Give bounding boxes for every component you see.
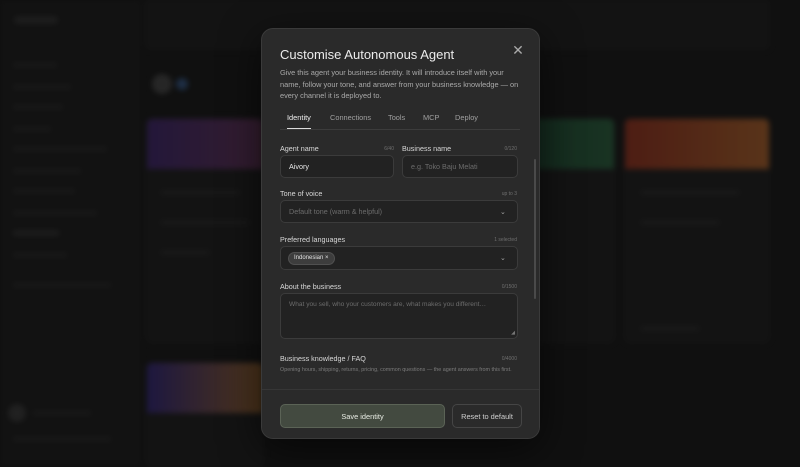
tab-mcp[interactable]: MCP — [423, 113, 439, 128]
agent-name-counter: 6/40 — [384, 146, 394, 152]
language-chip-indonesian[interactable]: Indonesian × — [288, 251, 335, 265]
save-identity-button[interactable]: Save identity — [280, 404, 445, 428]
tone-label: Tone of voice — [280, 189, 323, 198]
about-textarea[interactable]: What you sell, who your customers are, w… — [280, 293, 518, 339]
chevron-down-icon: ⌄ — [500, 255, 506, 262]
knowledge-counter: 0/4000 — [501, 356, 517, 362]
tone-hint: up to 3 — [501, 191, 517, 197]
business-name-input[interactable]: e.g. Toko Baju Melati — [402, 155, 518, 178]
identity-form: Agent name 6/40 Aivory Business name 0/1… — [262, 135, 539, 389]
business-name-counter: 0/120 — [504, 146, 517, 152]
about-placeholder: What you sell, who your customers are, w… — [289, 301, 487, 308]
modal-description: Give this agent your business identity. … — [280, 68, 519, 100]
tone-select-value: Default tone (warm & helpful) — [289, 207, 383, 216]
languages-label: Preferred languages — [280, 235, 346, 244]
tab-bar: Identity Connections Tools MCP Deploy — [280, 113, 520, 130]
tab-deploy[interactable]: Deploy — [455, 113, 478, 128]
business-name-label: Business name — [402, 144, 452, 153]
modal-title: Customise Autonomous Agent — [280, 47, 455, 62]
reset-default-button[interactable]: Reset to default — [452, 404, 522, 428]
modal-scrollbar[interactable] — [534, 159, 536, 299]
close-icon[interactable]: ✕ — [511, 43, 525, 57]
chevron-down-icon: ⌄ — [500, 209, 506, 216]
languages-select[interactable]: Indonesian × ⌄ — [280, 246, 518, 270]
tab-connections[interactable]: Connections — [330, 113, 371, 128]
customise-agent-modal: Customise Autonomous Agent ✕ Give this a… — [261, 28, 540, 439]
about-counter: 0/1500 — [501, 284, 517, 290]
tab-identity[interactable]: Identity — [287, 113, 311, 129]
knowledge-subtext: Opening hours, shipping, returns, pricin… — [280, 367, 512, 373]
agent-name-input[interactable]: Aivory — [280, 155, 394, 178]
agent-name-label: Agent name — [280, 144, 319, 153]
modal-footer: Save identity Reset to default — [262, 389, 539, 438]
tone-select[interactable]: Default tone (warm & helpful) ⌄ — [280, 200, 518, 223]
languages-hint: 1 selected — [494, 237, 517, 243]
about-label: About the business — [280, 282, 342, 291]
knowledge-label: Business knowledge / FAQ — [280, 354, 366, 363]
resize-handle-icon[interactable]: ◢ — [511, 330, 515, 336]
tab-tools[interactable]: Tools — [388, 113, 405, 128]
